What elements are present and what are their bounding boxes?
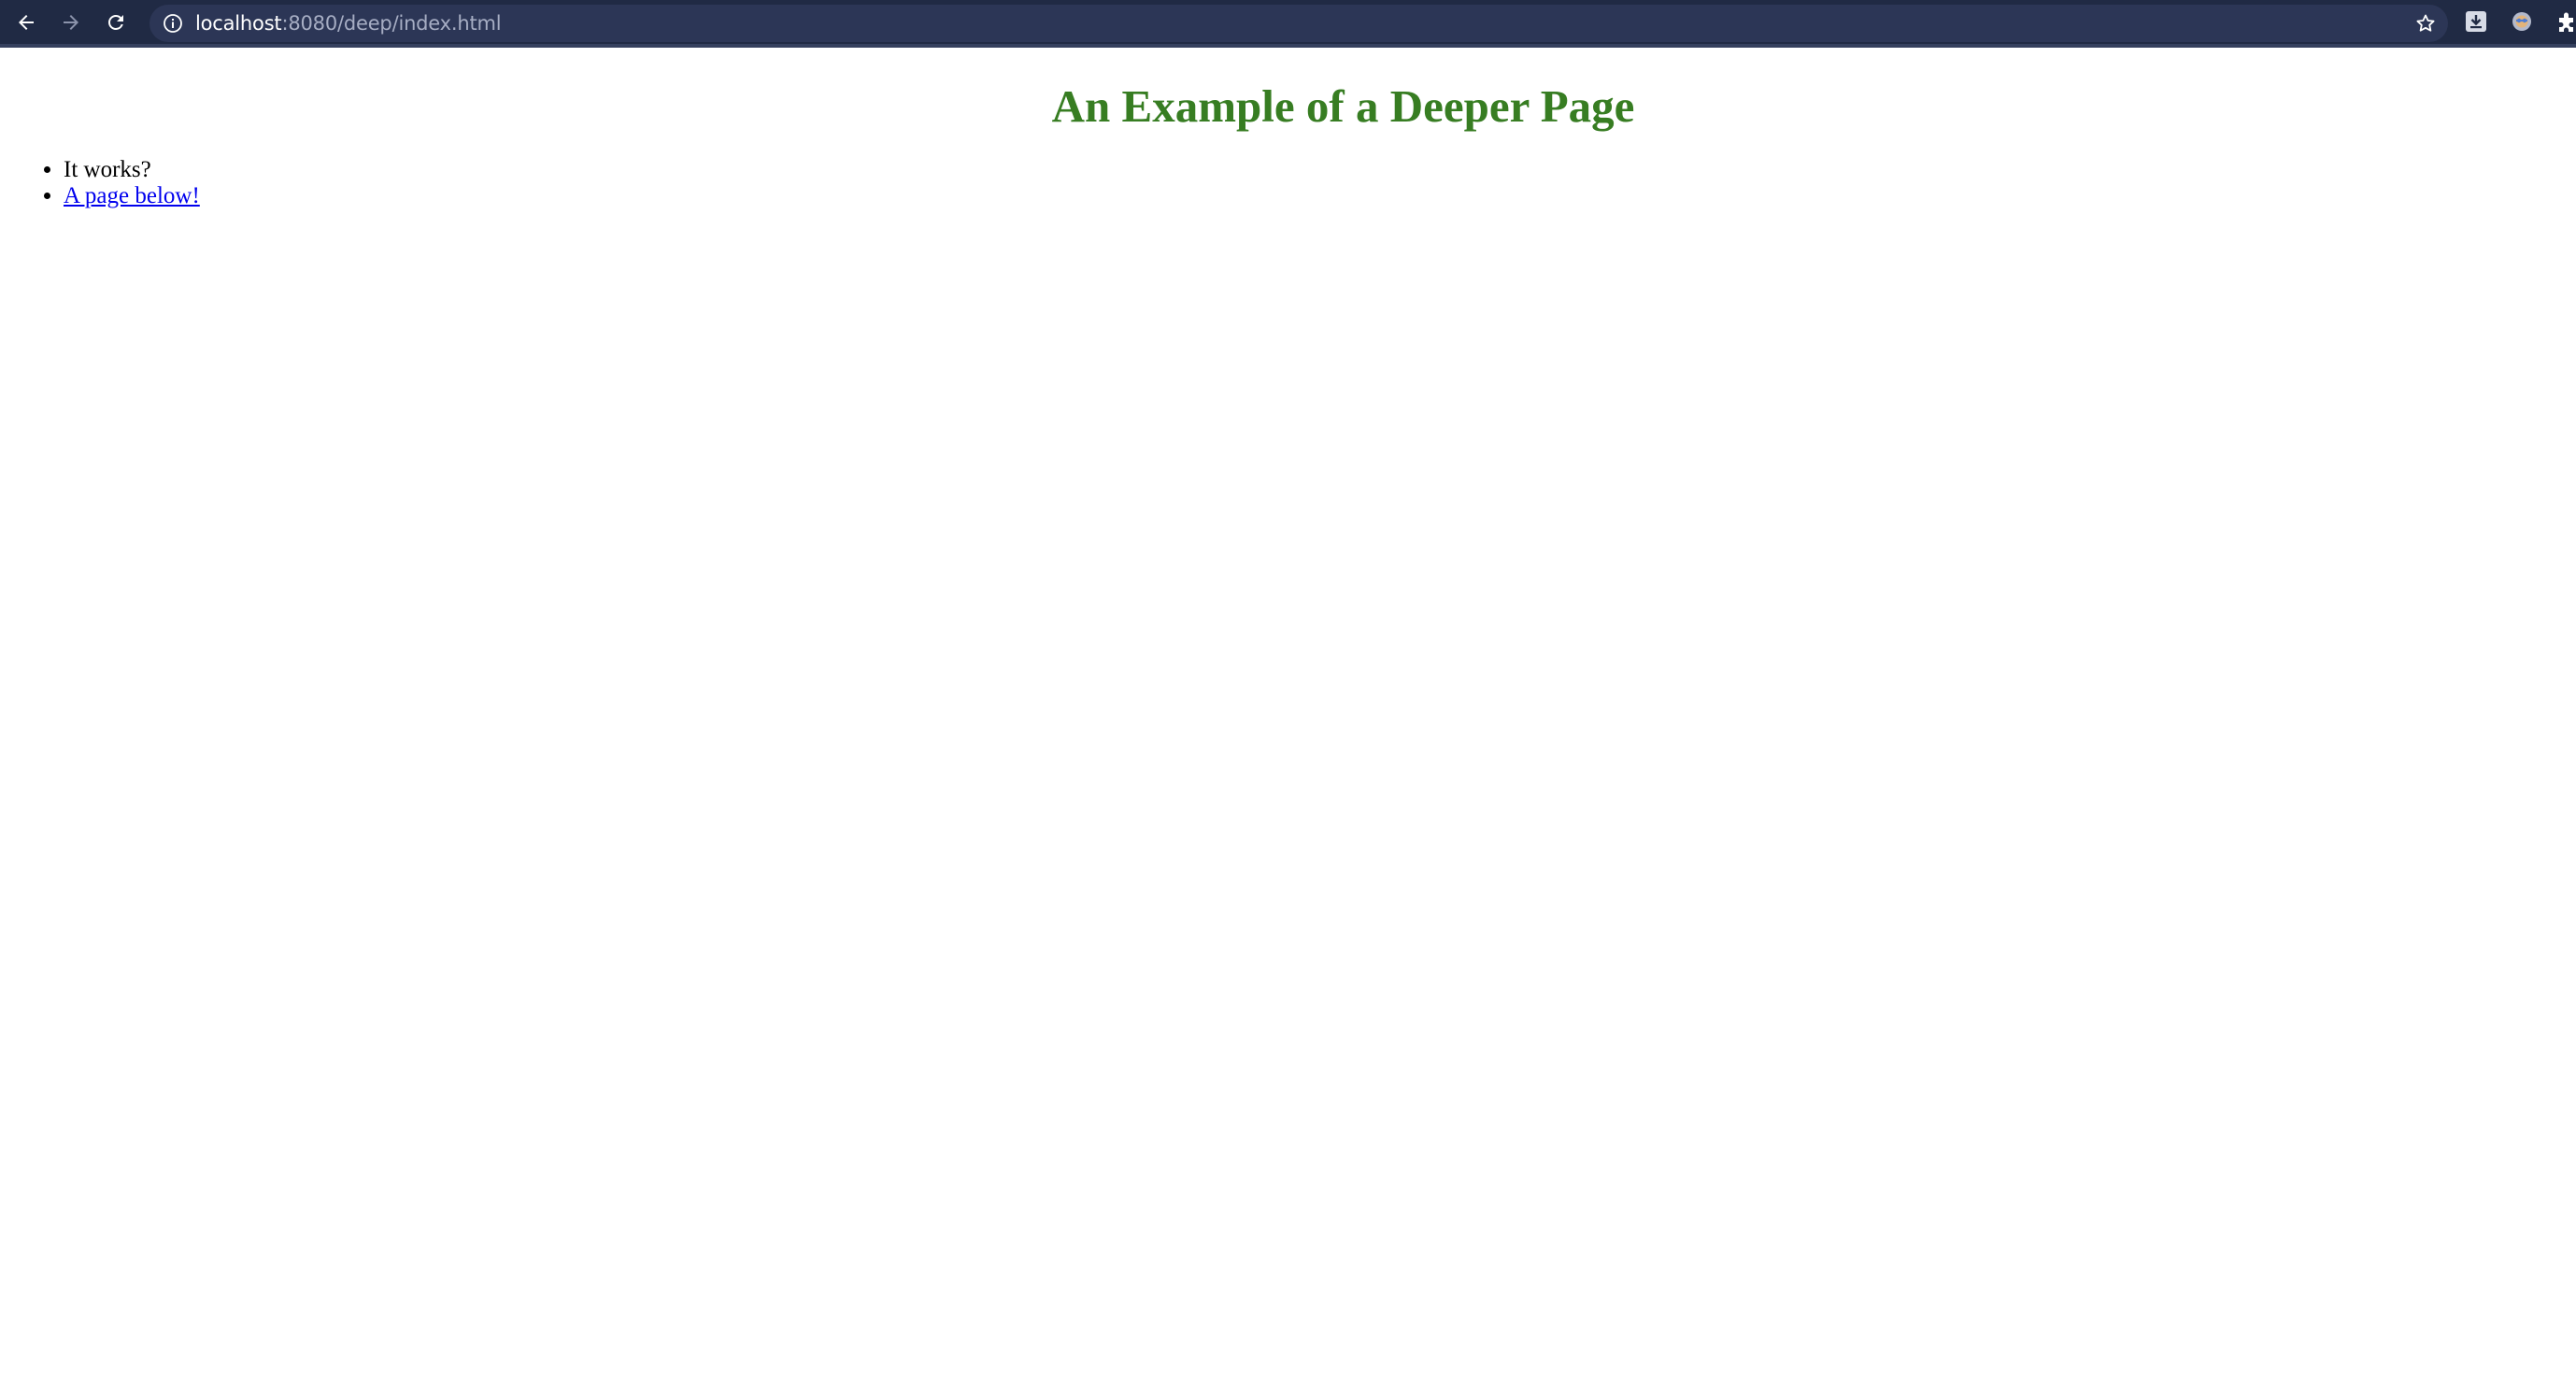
page-heading: An Example of a Deeper Page: [1051, 80, 1635, 132]
info-icon[interactable]: [163, 13, 183, 34]
star-icon[interactable]: [2414, 12, 2437, 35]
url-text[interactable]: localhost:8080/deep/index.html: [195, 5, 502, 42]
profile-extension-button[interactable]: [2509, 10, 2535, 36]
url-path: :8080/deep/index.html: [281, 12, 502, 35]
page-below-link[interactable]: A page below!: [64, 183, 200, 208]
item-list: It works? A page below!: [0, 157, 200, 209]
extension-icon: [2510, 9, 2534, 37]
url-host: localhost: [195, 12, 282, 35]
extensions-button[interactable]: [2555, 10, 2576, 36]
browser-toolbar: localhost:8080/deep/index.html: [0, 0, 2576, 48]
reload-button[interactable]: [98, 5, 134, 40]
list-item: It works?: [64, 157, 200, 183]
back-button[interactable]: [8, 5, 44, 40]
back-arrow-icon: [15, 11, 37, 34]
list-item-text: It works?: [64, 157, 151, 182]
download-extension-icon: [2464, 9, 2488, 37]
forward-button[interactable]: [53, 5, 89, 40]
download-extension-button[interactable]: [2463, 10, 2489, 36]
forward-arrow-icon: [60, 11, 82, 34]
puzzle-icon: [2555, 9, 2576, 37]
reload-icon: [105, 11, 127, 34]
address-bar[interactable]: localhost:8080/deep/index.html: [149, 5, 2448, 42]
list-item: A page below!: [64, 183, 200, 209]
